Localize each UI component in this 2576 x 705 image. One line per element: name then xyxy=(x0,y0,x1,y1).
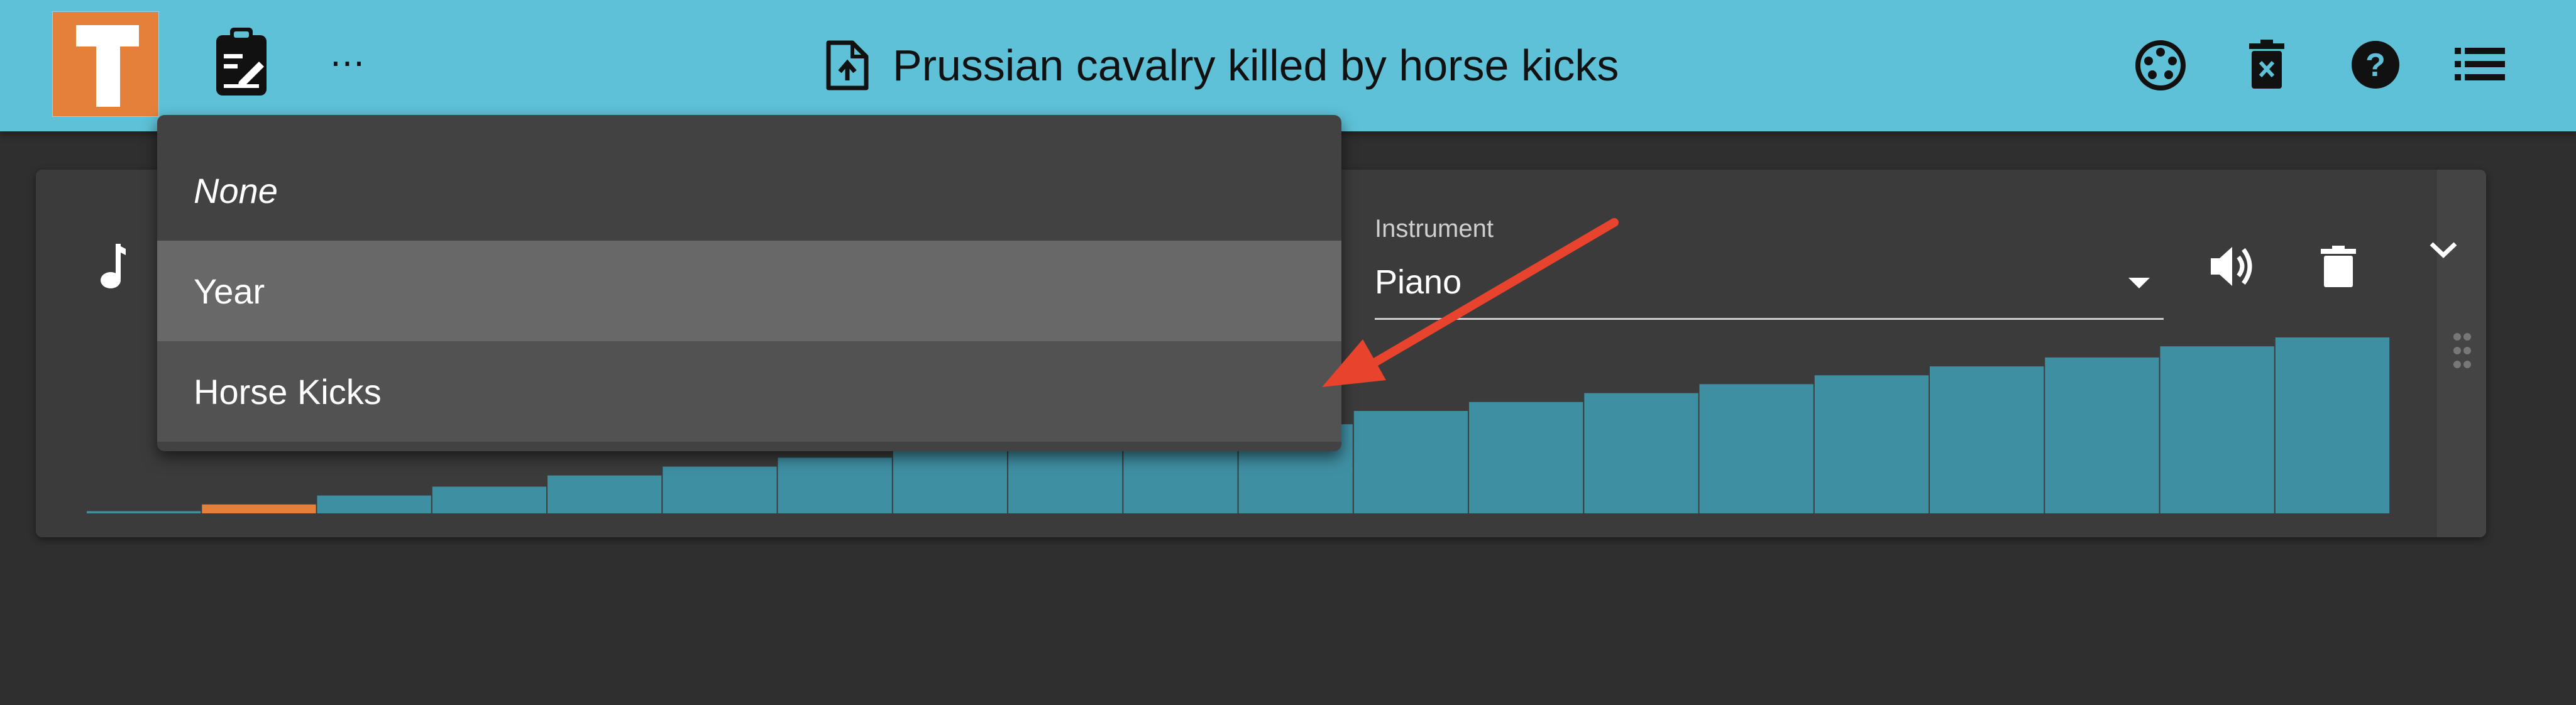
drag-handle-icon[interactable] xyxy=(2452,332,2472,369)
svg-text:?: ? xyxy=(2365,47,2386,84)
chart-bar[interactable] xyxy=(778,457,892,513)
menu-list-icon[interactable] xyxy=(2455,48,2505,80)
document-title: Prussian cavalry killed by horse kicks xyxy=(825,33,1619,98)
menu-item[interactable]: Year xyxy=(157,241,1341,341)
file-upload-icon[interactable] xyxy=(825,40,870,90)
chart-bar[interactable] xyxy=(893,449,1008,513)
chart-bar[interactable] xyxy=(1699,384,1814,513)
menu-item[interactable]: None xyxy=(157,140,1341,241)
chart-bar[interactable] xyxy=(2045,357,2159,513)
chart-bar[interactable] xyxy=(548,475,662,513)
chart-bar[interactable] xyxy=(2275,337,2390,513)
instrument-value: Piano xyxy=(1375,263,1462,301)
more-icon[interactable]: ⋯ xyxy=(324,45,371,80)
caret-down-icon xyxy=(2128,278,2150,288)
chart-bar[interactable] xyxy=(1584,393,1698,513)
music-note-icon xyxy=(99,244,127,289)
instrument-label: Instrument xyxy=(1375,215,1494,243)
chevron-down-icon[interactable] xyxy=(2429,240,2458,259)
trash-icon[interactable] xyxy=(2321,246,2356,287)
delete-all-icon[interactable] xyxy=(2248,40,2286,90)
clipboard-edit-icon[interactable] xyxy=(214,26,269,97)
page-title: Prussian cavalry killed by horse kicks xyxy=(893,41,1619,90)
series-dropdown-menu: None Year Horse Kicks xyxy=(157,115,1341,451)
chart-bar[interactable] xyxy=(432,486,547,514)
app-logo[interactable] xyxy=(52,11,160,117)
chart-bar[interactable] xyxy=(2160,346,2274,513)
app-bar: ⋯ Prussian cavalry killed by horse kicks xyxy=(0,0,2576,131)
menu-item[interactable]: Horse Kicks xyxy=(157,341,1341,442)
chart-bar[interactable] xyxy=(1353,411,1468,513)
chart-bar[interactable] xyxy=(317,495,431,513)
chart-bar[interactable] xyxy=(1814,375,1929,513)
volume-icon[interactable] xyxy=(2211,246,2254,287)
chart-bar[interactable] xyxy=(663,466,777,513)
chart-bar[interactable] xyxy=(87,511,201,514)
chart-bar[interactable] xyxy=(202,504,316,513)
drag-rail[interactable] xyxy=(2437,170,2486,537)
help-icon[interactable]: ? xyxy=(2350,40,2401,90)
palette-icon[interactable] xyxy=(2135,40,2186,91)
chart-bar[interactable] xyxy=(1469,402,1583,513)
instrument-select[interactable]: Piano xyxy=(1375,245,2164,320)
chart-bar[interactable] xyxy=(1930,366,2044,513)
